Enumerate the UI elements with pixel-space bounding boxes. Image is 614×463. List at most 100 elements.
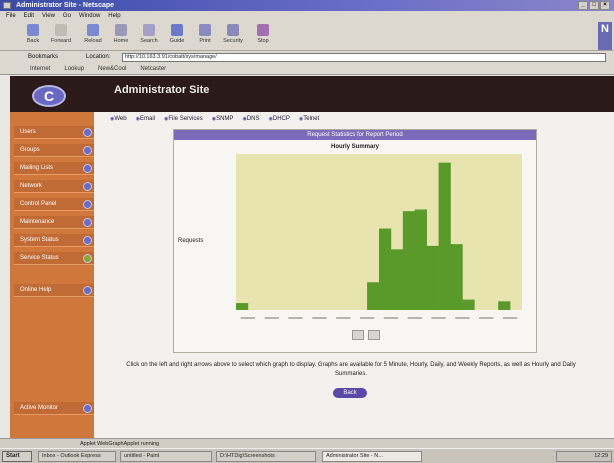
personal-toolbar: Internet Lookup New&Cool Netcaster — [0, 63, 614, 75]
arrow-icon — [83, 236, 92, 245]
bookmark-lookup[interactable]: Lookup — [64, 63, 84, 74]
home-icon — [115, 24, 127, 36]
arrow-icon — [83, 128, 92, 137]
task-administrator-site[interactable]: Administrator Site - N... — [322, 451, 422, 462]
menu-bar: File Edit View Go Window Help — [0, 11, 614, 21]
bar-h19 — [450, 244, 463, 310]
menu-help[interactable]: Help — [108, 11, 120, 21]
guide-icon — [171, 24, 183, 36]
back-arrow-icon — [27, 24, 39, 36]
x-tick-mark — [431, 317, 446, 319]
arrow-icon — [83, 286, 92, 295]
sidebar-item-mailing-lists[interactable]: Mailing Lists — [14, 162, 94, 175]
site-logo: C — [32, 85, 66, 107]
site-header: C Administrator Site — [10, 76, 614, 112]
sidebar-item-maintenance[interactable]: Maintenance — [14, 216, 94, 229]
reload-icon — [87, 24, 99, 36]
back-button[interactable]: Back — [20, 24, 46, 50]
x-tick-mark — [407, 317, 422, 319]
chart-y-label: Requests — [178, 238, 204, 244]
print-button[interactable]: Print — [192, 24, 218, 50]
bar-h15 — [402, 211, 416, 310]
bar-h12 — [367, 282, 380, 310]
sidebar-item-users[interactable]: Users — [14, 126, 94, 139]
guide-button[interactable]: Guide — [164, 24, 190, 50]
x-tick-mark — [312, 317, 327, 319]
maximize-button[interactable]: □ — [589, 1, 599, 10]
title-bar: Administrator Site - Netscape _ □ × — [0, 0, 614, 11]
x-tick-mark — [455, 317, 470, 319]
stop-button[interactable]: Stop — [250, 24, 276, 50]
x-axis — [240, 317, 518, 319]
home-button[interactable]: Home — [108, 24, 134, 50]
back-link-button[interactable]: Back — [333, 388, 367, 398]
menu-window[interactable]: Window — [79, 11, 100, 21]
sidebar-item-network[interactable]: Network — [14, 180, 94, 193]
search-icon — [143, 24, 155, 36]
x-tick-mark — [240, 317, 256, 319]
sidebar-item-control-panel[interactable]: Control Panel — [14, 198, 94, 211]
search-button[interactable]: Search — [136, 24, 162, 50]
system-clock: 12:29 — [556, 451, 612, 462]
minimize-button[interactable]: _ — [578, 1, 588, 10]
tab-dns[interactable]: DNS — [242, 116, 260, 122]
sidebar-item-system-status[interactable]: System Status — [14, 234, 94, 247]
close-button[interactable]: × — [600, 1, 610, 10]
tab-email[interactable]: Email — [136, 116, 155, 122]
chart-title: Hourly Summary — [330, 144, 379, 150]
tab-file-services[interactable]: File Services — [164, 116, 202, 122]
bar-chart — [236, 154, 522, 319]
taskbar: Start Inbox - Outlook Express untitled -… — [0, 448, 614, 463]
bar-h13 — [379, 228, 392, 310]
bar-h14 — [390, 249, 404, 310]
task-outlook[interactable]: Inbox - Outlook Express — [38, 451, 116, 462]
menu-go[interactable]: Go — [63, 11, 71, 21]
arrow-icon — [83, 146, 92, 155]
status-bar: Applet WebGraphApplet running — [0, 438, 614, 448]
location-bar: Bookmarks Location: http://10.163.3.91/c… — [0, 51, 614, 63]
bookmark-netcaster[interactable]: Netcaster — [140, 63, 166, 74]
forward-button[interactable]: Forward — [48, 24, 74, 50]
previous-graph-button[interactable] — [352, 330, 364, 340]
instructions-text: Click on the left and right arrows above… — [126, 362, 576, 377]
arrow-icon — [83, 200, 92, 209]
tab-telnet[interactable]: Telnet — [299, 116, 319, 122]
x-tick-mark — [359, 317, 375, 319]
chart-nav — [352, 330, 380, 340]
bookmarks-button[interactable]: Bookmarks — [28, 51, 58, 63]
menu-view[interactable]: View — [42, 11, 55, 21]
sidebar-item-service-status[interactable]: Service Status — [14, 252, 94, 265]
x-tick-mark — [288, 317, 303, 319]
menu-file[interactable]: File — [6, 11, 16, 21]
arrow-icon — [83, 164, 92, 173]
window-title: Administrator Site - Netscape — [16, 2, 115, 9]
next-graph-button[interactable] — [368, 330, 380, 340]
task-explorer[interactable]: D:\HTDig\Screenshots — [216, 451, 316, 462]
reload-button[interactable]: Reload — [80, 24, 106, 50]
sidebar-item-active-monitor[interactable]: Active Monitor — [14, 402, 94, 415]
menu-edit[interactable]: Edit — [24, 11, 34, 21]
x-tick-mark — [479, 317, 494, 319]
tab-dhcp[interactable]: DHCP — [268, 116, 290, 122]
sidebar-item-online-help[interactable]: Online Help — [14, 284, 94, 297]
location-label: Location: — [86, 54, 111, 60]
tab-web[interactable]: Web — [110, 116, 126, 122]
x-tick-mark — [264, 317, 279, 319]
task-paint[interactable]: untitled - Paint — [120, 451, 212, 462]
arrow-icon — [83, 182, 92, 191]
start-button[interactable]: Start — [2, 451, 32, 462]
forward-arrow-icon — [55, 24, 67, 36]
bar-h18 — [438, 162, 451, 310]
security-button[interactable]: Security — [220, 24, 246, 50]
bookmark-new-cool[interactable]: New&Cool — [98, 63, 126, 74]
arrow-icon — [83, 218, 92, 227]
x-tick-mark — [336, 317, 351, 319]
window-icon — [3, 2, 11, 9]
navigation-toolbar: Back Forward Reload Home Search Guide Pr… — [0, 21, 614, 51]
arrow-icon — [83, 254, 92, 263]
arrow-icon — [83, 404, 92, 413]
location-input[interactable]: http://10.163.3.91/cobalt/sys/manage/ — [122, 53, 606, 62]
bookmark-internet[interactable]: Internet — [30, 63, 50, 74]
tab-snmp[interactable]: SNMP — [212, 116, 233, 122]
sidebar-item-groups[interactable]: Groups — [14, 144, 94, 157]
